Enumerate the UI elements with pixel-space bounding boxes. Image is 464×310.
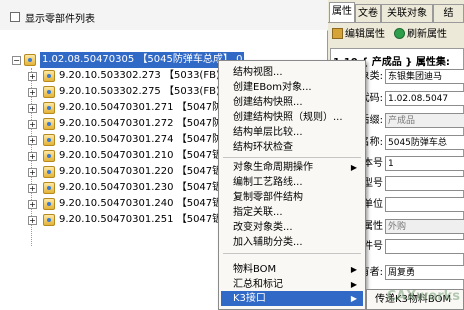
submenu-arrow-icon: ▶ bbox=[350, 265, 357, 274]
part-icon bbox=[43, 182, 55, 194]
menu-item-change-class[interactable]: 改变对象类... bbox=[221, 220, 363, 235]
part-icon bbox=[43, 166, 55, 178]
menu-item-single-level-compare[interactable]: 结构单层比较... bbox=[221, 125, 363, 140]
menu-item-create-snapshot-rule[interactable]: 创建结构快照（规则）... bbox=[221, 110, 363, 125]
tab-structure[interactable]: 结 bbox=[433, 4, 464, 22]
tab-related-objects[interactable]: 关联对象 bbox=[381, 4, 433, 22]
context-menu: 结构视图... 创建EBom对象... 创建结构快照... 创建结构快照（规则）… bbox=[218, 60, 366, 310]
menu-item-add-aux-category[interactable]: 加入辅助分类... bbox=[221, 235, 363, 250]
prop-object-class-field[interactable]: 东银集团迪马 bbox=[385, 69, 464, 84]
tree-toolbar: 显示零部件列表 bbox=[0, 0, 328, 31]
show-parts-label: 显示零部件列表 bbox=[25, 14, 95, 25]
menu-separator bbox=[223, 157, 361, 158]
part-icon bbox=[43, 86, 55, 98]
part-icon bbox=[43, 118, 55, 130]
menu-item-process-route[interactable]: 编制工艺路线... bbox=[221, 175, 363, 190]
prop-unit-field[interactable] bbox=[385, 197, 464, 212]
prop-owner-field[interactable]: 周复勇 bbox=[385, 265, 464, 280]
menu-item-assign-link[interactable]: 指定关联... bbox=[221, 205, 363, 220]
properties-toolbar: 编辑属性 刷新属性 bbox=[328, 24, 464, 46]
menu-item-cycle-check[interactable]: 结构环状检查 bbox=[221, 140, 363, 155]
expand-icon[interactable]: + bbox=[28, 152, 37, 161]
expand-icon[interactable]: + bbox=[28, 136, 37, 145]
part-icon bbox=[43, 134, 55, 146]
menu-item-structure-view[interactable]: 结构视图... bbox=[221, 65, 363, 80]
tab-divider bbox=[328, 22, 464, 23]
submenu-arrow-icon: ▶ bbox=[350, 280, 357, 289]
expand-icon[interactable]: + bbox=[28, 184, 37, 193]
tab-documents[interactable]: 文卷 bbox=[355, 4, 381, 22]
part-icon bbox=[24, 54, 36, 66]
menu-item-k3-interface[interactable]: K3接口 ▶ bbox=[221, 291, 363, 306]
menu-item-create-snapshot[interactable]: 创建结构快照... bbox=[221, 95, 363, 110]
expand-icon[interactable]: + bbox=[28, 216, 37, 225]
expand-icon[interactable]: + bbox=[28, 104, 37, 113]
submenu-arrow-icon: ▶ bbox=[350, 294, 357, 303]
expand-icon[interactable]: + bbox=[28, 200, 37, 209]
expand-icon[interactable]: + bbox=[28, 168, 37, 177]
menu-item-summary-marking[interactable]: 汇总和标记 ▶ bbox=[221, 277, 363, 292]
prop-version-field[interactable]: 1 bbox=[385, 156, 464, 171]
prop-name-field[interactable]: 5045防弹车总 bbox=[385, 135, 464, 150]
prop-original-no-field[interactable] bbox=[385, 239, 464, 254]
pencil-icon bbox=[332, 28, 343, 39]
menu-item-lifecycle[interactable]: 对象生命周期操作 ▶ bbox=[221, 160, 363, 175]
menu-item-create-ebom[interactable]: 创建EBom对象... bbox=[221, 80, 363, 95]
expand-icon[interactable]: + bbox=[28, 88, 37, 97]
show-parts-checkbox[interactable] bbox=[10, 12, 20, 22]
refresh-properties-button[interactable]: 刷新属性 bbox=[394, 27, 447, 43]
part-icon bbox=[43, 150, 55, 162]
refresh-icon bbox=[394, 28, 405, 39]
watermark: CAXworks bbox=[386, 289, 460, 304]
edit-properties-button[interactable]: 编辑属性 bbox=[332, 27, 385, 43]
expand-icon[interactable]: + bbox=[28, 120, 37, 129]
menu-separator bbox=[223, 253, 361, 254]
part-icon bbox=[43, 70, 55, 82]
tree-row-root[interactable]: − 1.02.08.50470305 【5045防弹车总成】 0 bbox=[0, 52, 245, 68]
part-icon bbox=[43, 102, 55, 114]
collapse-icon[interactable]: − bbox=[12, 56, 21, 65]
expand-icon[interactable]: + bbox=[28, 72, 37, 81]
menu-item-material-bom[interactable]: 物料BOM ▶ bbox=[221, 262, 363, 277]
prop-code-field[interactable]: 1.02.08.5047 bbox=[385, 91, 464, 106]
submenu-arrow-icon: ▶ bbox=[350, 163, 357, 172]
prop-material-attr-field[interactable]: 外购 bbox=[385, 219, 464, 234]
part-icon bbox=[43, 198, 55, 210]
prop-spec-field[interactable] bbox=[385, 176, 464, 191]
part-icon bbox=[43, 214, 55, 226]
tree-row-label: 1.02.08.50470305 【5045防弹车总成】 0 bbox=[40, 52, 245, 68]
menu-item-copy-structure[interactable]: 复制零部件结构 bbox=[221, 190, 363, 205]
tab-properties[interactable]: 属性 bbox=[329, 2, 355, 22]
prop-code-suffix-field[interactable]: 产成品 bbox=[385, 113, 464, 128]
